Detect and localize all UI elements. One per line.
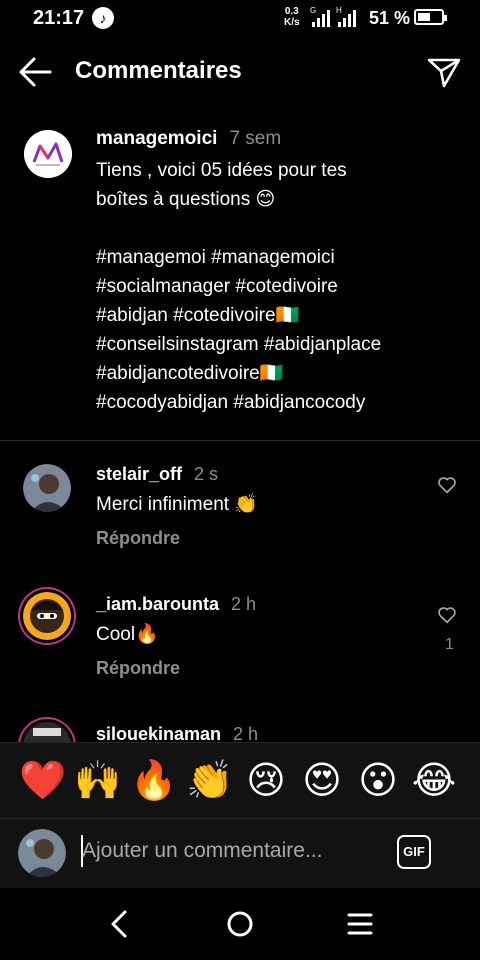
caption-line: Tiens , voici 05 idées pour tes [96, 160, 347, 181]
comment-text: Cool🔥 [96, 624, 159, 645]
user-photo-icon [23, 722, 71, 742]
avatar[interactable] [23, 592, 71, 640]
reply-button[interactable]: Répondre [96, 658, 180, 679]
tiktok-icon: ♪ [92, 7, 114, 29]
comment-item: silouekinaman 2 h [0, 716, 480, 742]
comment-username[interactable]: stelair_off 2 s [96, 464, 218, 485]
network-speed-unit: K/s [284, 17, 300, 28]
caption-line: boîtes à questions 😊 [96, 189, 276, 210]
managemoici-logo-icon [24, 130, 72, 178]
avatar[interactable] [23, 464, 71, 512]
heart-icon[interactable] [437, 606, 457, 624]
battery-percent: 51 % [369, 8, 411, 28]
network-speed: 0.3 K/s [284, 6, 300, 28]
caption-hashtags[interactable]: #abidjan #cotedivoire🇨🇮 [96, 301, 466, 330]
emoji-heart[interactable]: ❤️ [19, 757, 67, 805]
caption-time: 7 sem [229, 128, 282, 149]
comment-time: 2 h [231, 594, 257, 614]
caption-hashtags[interactable]: #managemoi #managemoici [96, 243, 466, 272]
heart-icon[interactable] [437, 476, 457, 494]
user-photo-icon [23, 464, 71, 512]
battery-icon [414, 9, 447, 25]
caption-hashtags[interactable]: #socialmanager #cotedivoire [96, 272, 466, 301]
signal1-type: G [310, 6, 316, 15]
signal2-type: H [336, 6, 342, 15]
username[interactable]: managemoici [96, 128, 217, 149]
signal-icon-2: H [336, 6, 356, 27]
back-arrow-icon[interactable] [16, 54, 56, 90]
username[interactable]: silouekinaman [96, 724, 221, 742]
comment-item: stelair_off 2 s Merci infiniment 👏 Répond… [0, 456, 480, 576]
emoji-heart-eyes[interactable]: 😍 [298, 757, 346, 805]
caption-username[interactable]: managemoici 7 sem [96, 128, 281, 150]
caption-hashtags[interactable]: #conseilsinstagram #abidjanplace [96, 330, 466, 359]
caption-hashtags[interactable]: #cocodyabidjan #abidjancocody [96, 388, 466, 417]
caption-line [96, 214, 466, 243]
username[interactable]: _iam.barounta [96, 594, 219, 614]
status-bar: 21:17 ♪ 0.3 K/s G H 51 % [0, 0, 480, 36]
user-illustration-icon [23, 592, 71, 640]
comment-time: 2 h [233, 724, 259, 742]
comments-header: Commentaires [0, 42, 480, 102]
signal-icon: G [310, 6, 330, 27]
like-count: 1 [445, 636, 454, 653]
comment-input[interactable]: Ajouter un commentaire... [82, 839, 322, 863]
caption-hashtags[interactable]: #abidjancotedivoire🇨🇮 [96, 359, 466, 388]
nav-menu-icon[interactable] [338, 902, 382, 946]
nav-back-icon[interactable] [98, 902, 142, 946]
comment-time: 2 s [194, 464, 219, 484]
comment-username[interactable]: silouekinaman 2 h [96, 724, 258, 742]
avatar[interactable] [23, 722, 71, 742]
user-photo-icon [18, 829, 66, 877]
reply-button[interactable]: Répondre [96, 528, 180, 549]
comment-text: Merci infiniment 👏 [96, 494, 258, 515]
username[interactable]: stelair_off [96, 464, 182, 484]
emoji-fire[interactable]: 🔥 [130, 757, 178, 805]
status-time: 21:17 [33, 7, 85, 29]
page-title: Commentaires [75, 57, 242, 84]
avatar [18, 829, 66, 877]
emoji-crying[interactable]: 😢 [242, 757, 290, 805]
emoji-reaction-bar: ❤️ 🙌 🔥 👏 😢 😍 😮 😂 [0, 742, 480, 819]
divider [0, 440, 480, 441]
comment-composer: Ajouter un commentaire... GIF [0, 818, 480, 889]
avatar[interactable] [24, 130, 72, 178]
emoji-laughing[interactable]: 😂 [410, 757, 458, 805]
emoji-surprised[interactable]: 😮 [354, 757, 402, 805]
comment-username[interactable]: _iam.barounta 2 h [96, 594, 256, 615]
send-icon[interactable] [424, 54, 464, 90]
comment-item: _iam.barounta 2 h Cool🔥 Répondre 1 [0, 586, 480, 706]
nav-home-icon[interactable] [218, 902, 262, 946]
system-nav-bar [0, 888, 480, 960]
gif-button[interactable]: GIF [397, 835, 431, 869]
emoji-raised-hands[interactable]: 🙌 [74, 757, 122, 805]
caption-text: Tiens , voici 05 idées pour tes boîtes à… [96, 156, 466, 417]
emoji-clap[interactable]: 👏 [186, 757, 234, 805]
network-speed-value: 0.3 [284, 6, 299, 17]
